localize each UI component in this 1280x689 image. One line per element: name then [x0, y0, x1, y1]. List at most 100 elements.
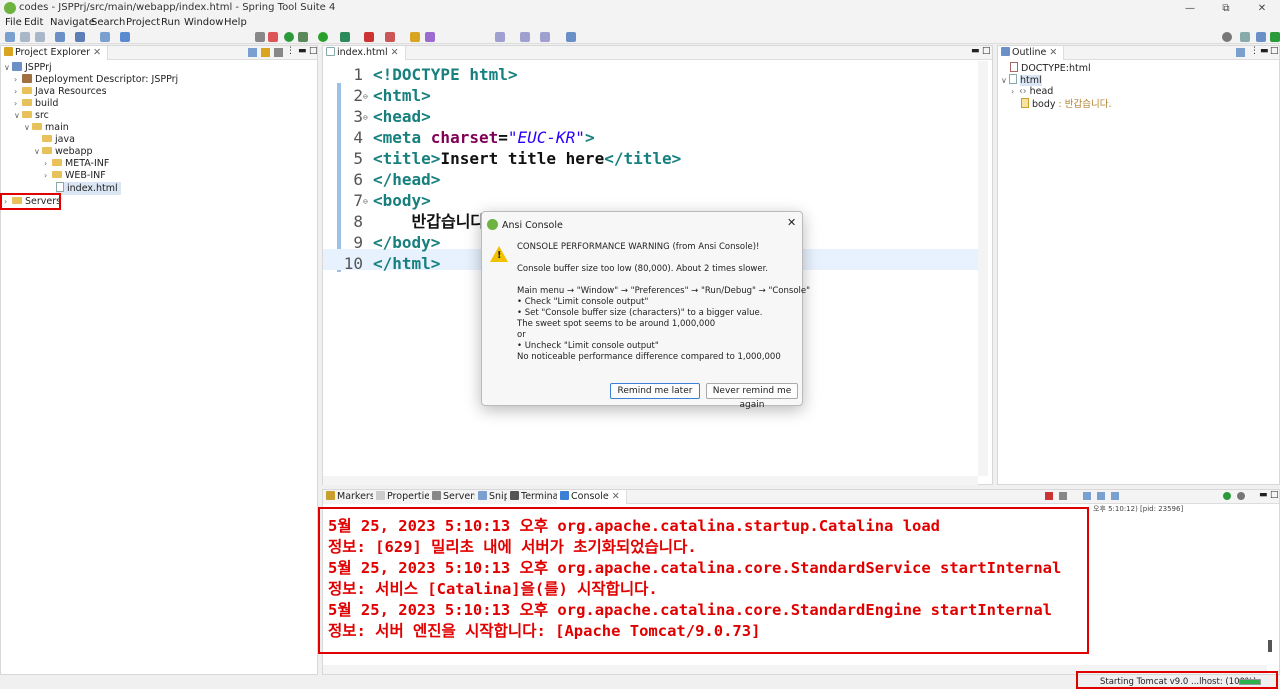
perspective-icon[interactable]	[566, 32, 576, 42]
code-line[interactable]: 9 </body>	[341, 232, 440, 253]
expand-icon[interactable]: ∨	[24, 122, 32, 134]
ansi-console-icon[interactable]	[1223, 492, 1231, 500]
minimize-icon[interactable]: —	[1172, 0, 1208, 17]
new-icon[interactable]	[5, 32, 15, 42]
menu-navigate[interactable]: Navigate	[50, 17, 95, 29]
open-perspective-icon[interactable]	[1240, 32, 1250, 42]
outline-item-body[interactable]: body : 반갑습니다.	[1021, 98, 1111, 111]
open-type-icon[interactable]	[75, 32, 85, 42]
tree-item-build[interactable]: › build	[14, 98, 58, 110]
link-editor-icon[interactable]	[261, 48, 270, 57]
search-icon[interactable]	[1222, 32, 1232, 42]
close-icon[interactable]: ✕	[93, 47, 101, 58]
expand-icon[interactable]: ›	[44, 158, 52, 170]
close-icon[interactable]: ✕	[1049, 47, 1057, 58]
tree-item-deployment-descriptor[interactable]: › Deployment Descriptor: JSPPrj	[14, 74, 178, 86]
expand-icon[interactable]: ›	[14, 86, 22, 98]
maximize-view-icon[interactable]: □	[309, 46, 318, 56]
run-icon[interactable]	[318, 32, 328, 42]
expand-icon[interactable]: ›	[1011, 86, 1019, 98]
view-menu-icon[interactable]: ⋮	[1250, 46, 1259, 56]
code-line[interactable]: 2⊖ <html>	[341, 85, 430, 107]
spring-boot-dashboard-icon[interactable]	[268, 32, 278, 42]
console-icon[interactable]	[100, 32, 110, 42]
menu-search[interactable]: Search	[91, 17, 125, 29]
tab-console[interactable]: Console ✕	[557, 490, 627, 504]
minimize-view-icon[interactable]: ▬	[1260, 46, 1269, 56]
code-line[interactable]: 7⊖ <body>	[341, 190, 430, 212]
close-icon[interactable]: ✕	[1244, 0, 1280, 17]
tab-project-explorer[interactable]: Project Explorer ✕	[1, 46, 109, 60]
code-line[interactable]: 1 <!DOCTYPE html>	[341, 64, 517, 85]
expand-icon[interactable]: ∨	[4, 62, 12, 74]
stop-icon[interactable]	[364, 32, 374, 42]
menu-edit[interactable]: Edit	[24, 17, 43, 29]
expand-icon[interactable]: ∨	[1001, 75, 1009, 87]
code-line[interactable]: 8 반갑습니다.	[341, 211, 494, 232]
settings-icon[interactable]	[1237, 492, 1245, 500]
maximize-icon[interactable]: ⧉	[1208, 0, 1244, 17]
maximize-view-icon[interactable]: □	[982, 46, 991, 56]
edit-icon[interactable]	[425, 32, 435, 42]
new-java-project-icon[interactable]	[55, 32, 65, 42]
word-wrap-icon[interactable]	[1111, 492, 1119, 500]
spring-icon[interactable]	[284, 32, 294, 42]
code-line[interactable]: 5 <title>Insert title here</title>	[341, 148, 681, 169]
debug-icon[interactable]	[298, 32, 308, 42]
minimize-view-icon[interactable]: ▬	[971, 46, 980, 56]
remove-launch-icon[interactable]	[1059, 492, 1067, 500]
tree-item-src[interactable]: ∨ src	[14, 110, 49, 122]
clear-console-icon[interactable]	[1083, 492, 1091, 500]
menu-project[interactable]: Project	[126, 17, 160, 29]
close-icon[interactable]: ✕	[391, 47, 399, 58]
external-tools-icon[interactable]	[385, 32, 395, 42]
scroll-lock-icon[interactable]	[1097, 492, 1105, 500]
outline-item-head[interactable]: › ‹› head	[1011, 86, 1053, 98]
horizontal-scrollbar[interactable]	[323, 476, 978, 485]
menu-file[interactable]: File	[5, 17, 22, 29]
code-line[interactable]: 10 </html>	[341, 253, 441, 274]
never-remind-button[interactable]: Never remind me again	[706, 383, 798, 410]
tree-item-webapp[interactable]: ∨ webapp	[34, 146, 93, 158]
filter-icon[interactable]	[274, 48, 283, 57]
console-scroll-thumb[interactable]	[1268, 640, 1272, 652]
tree-item-web-inf[interactable]: › WEB-INF	[44, 170, 106, 182]
expand-icon[interactable]: ›	[14, 98, 22, 110]
expand-icon[interactable]: ›	[44, 170, 52, 182]
minimize-view-icon[interactable]: ▬	[298, 46, 307, 56]
task-icon[interactable]	[120, 32, 130, 42]
tree-item-java-resources[interactable]: › Java Resources	[14, 86, 107, 98]
menu-window[interactable]: Window	[184, 17, 223, 29]
maximize-view-icon[interactable]: □	[1270, 490, 1279, 500]
expand-icon[interactable]: ∨	[34, 146, 42, 158]
expand-icon[interactable]: ∨	[14, 110, 22, 122]
remind-later-button[interactable]: Remind me later	[610, 383, 700, 399]
collapse-all-icon[interactable]	[1236, 48, 1245, 57]
open-folder-icon[interactable]	[410, 32, 420, 42]
close-icon[interactable]: ✕	[612, 491, 620, 502]
view-menu-icon[interactable]: ⋮	[286, 46, 295, 56]
spring-perspective-icon[interactable]	[1270, 32, 1280, 42]
fold-marker-icon[interactable]: ⊖	[363, 107, 373, 128]
tab-index-html[interactable]: index.html ✕	[323, 46, 406, 60]
collapse-all-icon[interactable]	[248, 48, 257, 57]
code-line[interactable]: 4 <meta charset="EUC-KR">	[341, 127, 594, 148]
tree-item-jspprj[interactable]: ∨ JSPPrj	[4, 62, 52, 74]
forward-icon[interactable]	[540, 32, 550, 42]
fold-marker-icon[interactable]: ⊖	[363, 86, 373, 107]
dialog-close-icon[interactable]: ✕	[787, 216, 796, 229]
tree-item-main[interactable]: ∨ main	[24, 122, 69, 134]
tree-item-meta-inf[interactable]: › META-INF	[44, 158, 109, 170]
save-icon[interactable]	[20, 32, 30, 42]
tab-outline[interactable]: Outline ✕	[998, 46, 1065, 60]
fold-marker-icon[interactable]: ⊖	[363, 191, 373, 212]
expand-icon[interactable]: ›	[14, 74, 22, 86]
java-ee-perspective-icon[interactable]	[1256, 32, 1266, 42]
minimize-view-icon[interactable]: ▬	[1259, 490, 1268, 500]
save-all-icon[interactable]	[35, 32, 45, 42]
terminate-icon[interactable]	[1045, 492, 1053, 500]
menu-help[interactable]: Help	[224, 17, 247, 29]
maximize-view-icon[interactable]: □	[1270, 46, 1279, 56]
menu-run[interactable]: Run	[161, 17, 180, 29]
back-icon[interactable]	[520, 32, 530, 42]
